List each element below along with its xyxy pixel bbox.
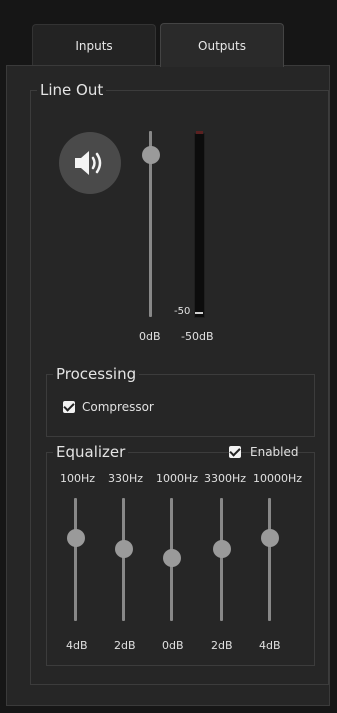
tab-inputs[interactable]: Inputs (32, 24, 156, 66)
tab-inputs-label: Inputs (75, 38, 113, 53)
eq-band-slider-handle[interactable] (67, 529, 85, 547)
meter-tick (195, 312, 203, 314)
speaker-volume-icon (75, 151, 102, 175)
eq-band-slider-track[interactable] (122, 498, 125, 621)
tab-outputs[interactable]: Outputs (160, 23, 284, 67)
volume-slider-handle[interactable] (142, 146, 160, 164)
eq-band-freq: 100Hz (60, 472, 96, 485)
eq-band-freq: 1000Hz (156, 472, 199, 485)
meter-tick-label: -50 (174, 306, 191, 317)
equalizer-legend: Equalizer (56, 443, 126, 461)
eq-band-slider-track[interactable] (220, 498, 223, 621)
tab-outputs-label: Outputs (198, 38, 246, 53)
eq-band-freq: 330Hz (108, 472, 144, 485)
compressor-checkbox[interactable] (63, 401, 75, 413)
eq-band-slider-handle[interactable] (163, 549, 181, 567)
eq-band-slider-handle[interactable] (261, 529, 279, 547)
mute-button[interactable] (59, 132, 121, 194)
eq-band-freq: 3300Hz (204, 472, 247, 485)
compressor-label: Compressor (82, 400, 154, 414)
equalizer-enabled-checkbox[interactable] (229, 446, 241, 458)
eq-band-gain: 4dB (66, 639, 88, 652)
eq-band-slider-track[interactable] (268, 498, 271, 621)
eq-band-gain: 2dB (211, 639, 233, 652)
eq-band-freq: 10000Hz (253, 472, 303, 485)
eq-band-gain: 0dB (162, 639, 184, 652)
level-meter (194, 133, 205, 318)
eq-band-gain: 4dB (259, 639, 281, 652)
eq-band-slider-handle[interactable] (115, 540, 133, 558)
meter-peak-indicator (196, 131, 203, 134)
processing-legend: Processing (56, 365, 137, 383)
eq-band-gain: 2dB (114, 639, 136, 652)
volume-value-label: 0dB (139, 330, 161, 343)
eq-band-slider-handle[interactable] (213, 540, 231, 558)
equalizer-enabled-label: Enabled (250, 445, 299, 459)
eq-band-slider-track[interactable] (74, 498, 77, 621)
meter-value-label: -50dB (181, 330, 214, 343)
line-out-legend: Line Out (40, 81, 104, 99)
